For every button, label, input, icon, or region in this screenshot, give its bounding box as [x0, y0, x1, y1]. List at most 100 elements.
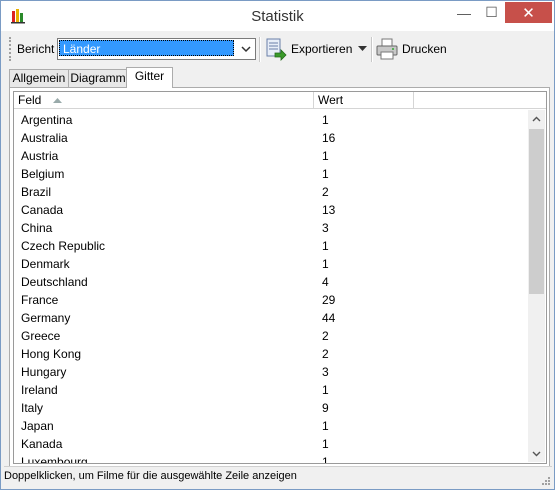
table-row[interactable]: Hong Kong 2 — [14, 344, 526, 362]
toolbar-separator — [371, 37, 373, 62]
table-row[interactable]: Canada 13 — [14, 200, 526, 218]
cell-feld: Germany — [21, 311, 71, 325]
tab-gitter[interactable]: Gitter — [126, 67, 173, 88]
bericht-select[interactable]: Länder — [57, 38, 256, 60]
table-row[interactable]: Italy 9 — [14, 398, 526, 416]
export-label: Exportieren — [291, 42, 353, 56]
column-header-feld-label: Feld — [18, 93, 42, 107]
vertical-scrollbar[interactable] — [528, 110, 545, 462]
cell-wert: 4 — [322, 275, 329, 289]
cell-feld: France — [21, 293, 59, 307]
cell-feld: Italy — [21, 401, 44, 415]
column-header-wert-label: Wert — [318, 93, 344, 107]
cell-feld: Australia — [21, 131, 68, 145]
minimize-icon: — — [457, 4, 471, 21]
cell-wert: 1 — [322, 455, 329, 464]
cell-wert: 1 — [322, 419, 329, 433]
cell-wert: 16 — [322, 131, 336, 145]
scroll-down-button[interactable] — [528, 445, 545, 462]
chevron-down-icon[interactable] — [239, 42, 253, 56]
cell-feld: Kanada — [21, 437, 63, 451]
cell-wert: 9 — [322, 401, 329, 415]
cell-wert: 1 — [322, 149, 329, 163]
cell-wert: 1 — [322, 113, 329, 127]
table-row[interactable]: France 29 — [14, 290, 526, 308]
printer-icon — [376, 38, 398, 60]
cell-wert: 1 — [322, 383, 329, 397]
sort-ascending-icon — [52, 98, 62, 104]
maximize-icon: ☐ — [485, 4, 498, 20]
toolbar-separator — [259, 37, 261, 62]
table-row[interactable]: Kanada 1 — [14, 434, 526, 452]
maximize-button[interactable]: ☐ — [478, 2, 505, 23]
table-row[interactable]: Japan 1 — [14, 416, 526, 434]
cell-wert: 13 — [322, 203, 336, 217]
cell-feld: Luxembourg — [21, 455, 88, 464]
table-row[interactable]: Germany 44 — [14, 308, 526, 326]
cell-feld: Hungary — [21, 365, 67, 379]
tab-panel-gitter: Feld Wert Argentina 1 Australia 16 Austria… — [9, 87, 550, 467]
table-row[interactable]: Hungary 3 — [14, 362, 526, 380]
cell-wert: 2 — [322, 347, 329, 361]
table-row[interactable]: Argentina 1 — [14, 110, 526, 128]
chevron-up-icon — [532, 116, 541, 121]
column-header-feld[interactable]: Feld — [14, 92, 314, 108]
bericht-select-value: Länder — [59, 40, 234, 56]
cell-wert: 44 — [322, 311, 336, 325]
table-row[interactable]: Belgium 1 — [14, 164, 526, 182]
cell-feld: Deutschland — [21, 275, 88, 289]
minimize-button[interactable]: — — [450, 2, 478, 23]
cell-wert: 1 — [322, 437, 329, 451]
export-icon — [266, 38, 287, 61]
bericht-label: Bericht — [17, 42, 55, 56]
resize-grip-icon[interactable] — [540, 475, 551, 486]
table-row[interactable]: Czech Republic 1 — [14, 236, 526, 254]
scroll-up-button[interactable] — [528, 110, 545, 127]
status-text: Doppelklicken, um Filme für die ausgewäh… — [4, 470, 297, 482]
table-row[interactable]: Australia 16 — [14, 128, 526, 146]
print-button[interactable]: Drucken — [375, 36, 447, 62]
tab-strip: Allgemein Diagramm Gitter — [9, 67, 549, 88]
cell-wert: 1 — [322, 167, 329, 181]
cell-feld: China — [21, 221, 53, 235]
grid-rows: Argentina 1 Australia 16 Austria 1 Belgium 1… — [14, 110, 526, 464]
status-bar: Doppelklicken, um Filme für die ausgewäh… — [4, 466, 552, 485]
print-label: Drucken — [402, 42, 447, 56]
table-row[interactable]: Denmark 1 — [14, 254, 526, 272]
table-row[interactable]: Luxembourg 1 — [14, 452, 526, 464]
table-row[interactable]: Brazil 2 — [14, 182, 526, 200]
cell-feld: Brazil — [21, 185, 52, 199]
scroll-thumb[interactable] — [529, 129, 544, 294]
tab-allgemein[interactable]: Allgemein — [9, 69, 69, 87]
cell-wert: 29 — [322, 293, 336, 307]
table-row[interactable]: Ireland 1 — [14, 380, 526, 398]
column-header-wert[interactable]: Wert — [314, 92, 414, 108]
cell-feld: Austria — [21, 149, 59, 163]
grid-header: Feld Wert — [14, 92, 546, 109]
tab-diagramm[interactable]: Diagramm — [68, 69, 128, 87]
export-button[interactable]: Exportieren — [264, 36, 352, 62]
title-bar[interactable]: Statistik — ☐ ✕ — [1, 1, 554, 31]
statistics-window: Statistik — ☐ ✕ Bericht Länder Exportier… — [0, 0, 555, 490]
cell-feld: Czech Republic — [21, 239, 106, 253]
table-row[interactable]: Greece 2 — [14, 326, 526, 344]
close-icon: ✕ — [522, 4, 535, 22]
cell-wert: 2 — [322, 329, 329, 343]
cell-feld: Denmark — [21, 257, 70, 271]
table-row[interactable]: China 3 — [14, 218, 526, 236]
table-row[interactable]: Austria 1 — [14, 146, 526, 164]
cell-feld: Ireland — [21, 383, 58, 397]
toolbar-grip[interactable] — [9, 37, 14, 61]
cell-wert: 1 — [322, 239, 329, 253]
data-grid[interactable]: Feld Wert Argentina 1 Australia 16 Austria… — [13, 91, 547, 464]
cell-wert: 2 — [322, 185, 329, 199]
close-button[interactable]: ✕ — [505, 2, 552, 23]
cell-wert: 3 — [322, 365, 329, 379]
cell-wert: 3 — [322, 221, 329, 235]
export-dropdown-icon[interactable] — [358, 46, 367, 52]
cell-feld: Canada — [21, 203, 64, 217]
cell-feld: Belgium — [21, 167, 65, 181]
table-row[interactable]: Deutschland 4 — [14, 272, 526, 290]
cell-feld: Hong Kong — [21, 347, 82, 361]
cell-feld: Argentina — [21, 113, 73, 127]
